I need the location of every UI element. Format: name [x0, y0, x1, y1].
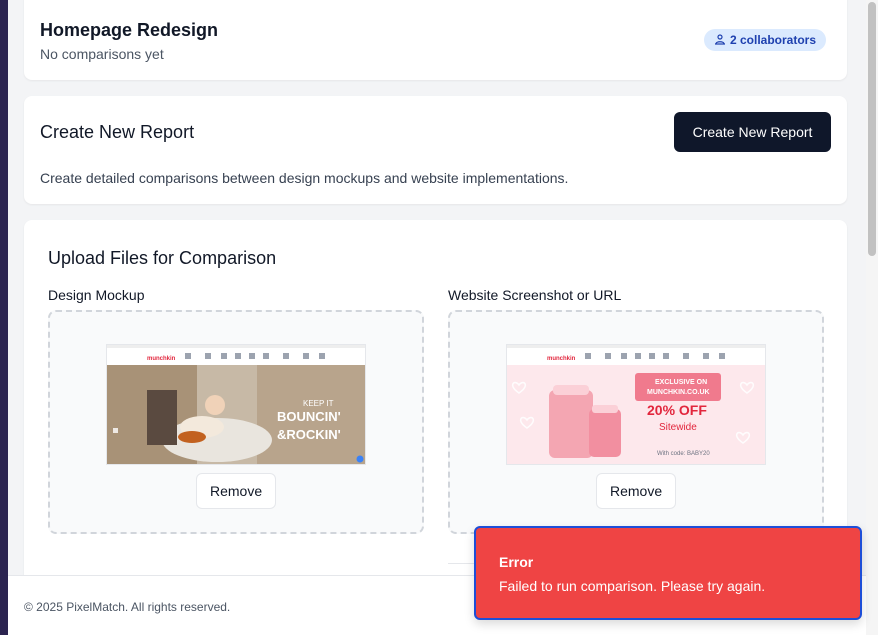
- create-report-card: Create New Report Create New Report Crea…: [24, 96, 847, 204]
- create-report-title: Create New Report: [40, 122, 195, 142]
- website-screenshot-preview: munchkin EXCLUSIVE ON MUNCHKIN.CO.UK 20%…: [506, 344, 766, 465]
- footer-copyright: © 2025 PixelMatch. All rights reserved.: [24, 600, 231, 614]
- project-status: No comparisons yet: [40, 46, 164, 62]
- website-thumb-badge-1: EXCLUSIVE ON: [655, 379, 707, 386]
- create-report-description: Create detailed comparisons between desi…: [40, 170, 569, 186]
- project-card: Homepage Redesign No comparisons yet 2 c…: [24, 0, 847, 80]
- website-screenshot-dropzone[interactable]: munchkin EXCLUSIVE ON MUNCHKIN.CO.UK 20%…: [448, 310, 824, 534]
- design-thumb-headline-3: &ROCKIN': [277, 427, 341, 442]
- design-thumb-brand: munchkin: [147, 356, 176, 362]
- users-icon: [714, 33, 726, 48]
- error-toast-message: Failed to run comparison. Please try aga…: [499, 578, 766, 594]
- website-thumb-badge-2: MUNCHKIN.CO.UK: [647, 389, 710, 396]
- remove-website-button[interactable]: Remove: [596, 473, 677, 509]
- website-screenshot-label: Website Screenshot or URL: [448, 287, 622, 303]
- page-scrollbar[interactable]: [866, 0, 878, 635]
- upload-title: Upload Files for Comparison: [48, 248, 277, 268]
- error-toast[interactable]: Error Failed to run comparison. Please t…: [474, 526, 862, 620]
- collaborators-badge[interactable]: 2 collaborators: [704, 29, 827, 51]
- design-mockup-dropzone[interactable]: munchkin KEEP IT BOUNCIN' &ROCKIN' Remov…: [48, 310, 424, 534]
- design-mockup-label: Design Mockup: [48, 287, 145, 303]
- collaborators-label: 2 collaborators: [730, 33, 817, 47]
- website-thumb-offer: 20% OFF: [647, 402, 707, 418]
- create-report-button[interactable]: Create New Report: [674, 112, 831, 152]
- page-scrollbar-thumb[interactable]: [868, 2, 876, 256]
- website-thumb-brand: munchkin: [547, 356, 576, 362]
- design-thumb-headline-1: KEEP IT: [303, 399, 334, 408]
- website-thumb-offer-sub: Sitewide: [659, 422, 697, 433]
- design-thumb-headline-2: BOUNCIN': [277, 409, 341, 424]
- error-toast-title: Error: [499, 554, 534, 570]
- design-mockup-preview: munchkin KEEP IT BOUNCIN' &ROCKIN': [106, 344, 366, 465]
- website-thumb-code: With code: BABY20: [657, 451, 710, 457]
- remove-design-button[interactable]: Remove: [196, 473, 277, 509]
- project-title: Homepage Redesign: [40, 20, 219, 40]
